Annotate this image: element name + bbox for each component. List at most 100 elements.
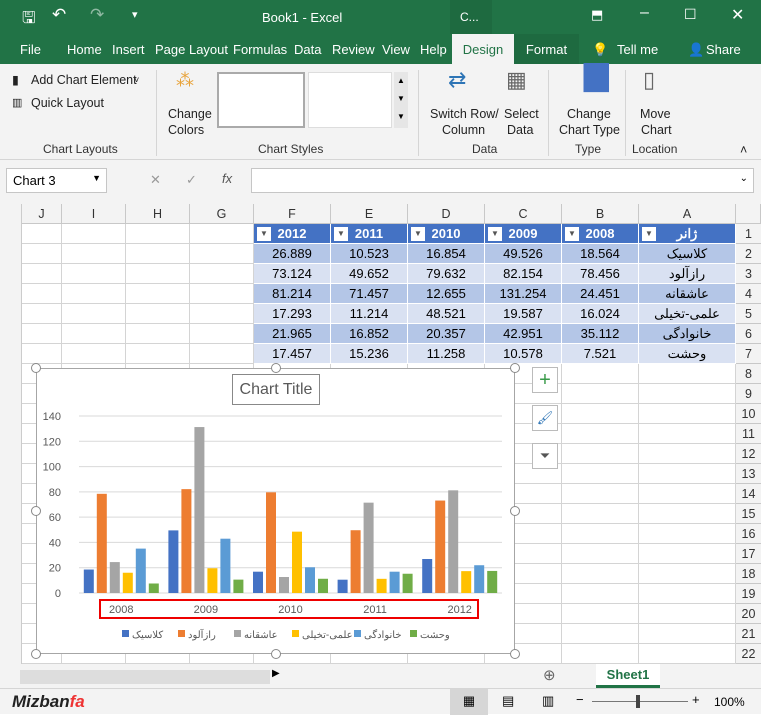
tab-formulas[interactable]: Formulas: [233, 42, 287, 57]
filter-dropdown-icon[interactable]: ▼: [488, 227, 502, 241]
zoom-in-icon[interactable]: +: [692, 692, 700, 707]
cell[interactable]: [126, 344, 190, 364]
column-header-G[interactable]: G: [190, 204, 254, 224]
table-cell[interactable]: 20.357: [408, 324, 485, 344]
change-colors-button-2[interactable]: Colors: [168, 122, 204, 138]
table-cell[interactable]: عاشقانه: [639, 284, 736, 304]
cell[interactable]: [562, 504, 639, 524]
row-header[interactable]: 15: [736, 504, 761, 524]
cell[interactable]: [22, 344, 62, 364]
chart-style-2[interactable]: [308, 72, 392, 128]
tab-format[interactable]: Format: [514, 34, 579, 64]
tell-me[interactable]: Tell me: [617, 42, 658, 57]
resize-handle[interactable]: [31, 649, 41, 659]
select-data-button-2[interactable]: Data: [507, 122, 533, 138]
new-sheet-icon[interactable]: ⊕: [543, 666, 556, 684]
column-header-E[interactable]: E: [331, 204, 408, 224]
cell[interactable]: [639, 564, 736, 584]
name-box[interactable]: Chart 3 ▼: [6, 168, 107, 193]
column-header-H[interactable]: H: [126, 204, 190, 224]
row-header[interactable]: 9: [736, 384, 761, 404]
tab-data[interactable]: Data: [294, 42, 321, 57]
table-header-cell[interactable]: ▼ ژانر: [639, 224, 736, 244]
row-header[interactable]: 7: [736, 344, 761, 364]
collapse-ribbon-icon[interactable]: ˄: [740, 142, 747, 158]
cancel-icon[interactable]: ✕: [150, 172, 161, 188]
cell[interactable]: [639, 644, 736, 664]
row-header[interactable]: 3: [736, 264, 761, 284]
zoom-out-icon[interactable]: −: [576, 692, 584, 707]
column-header-A[interactable]: A: [639, 204, 736, 224]
cell[interactable]: [62, 264, 126, 284]
tab-review[interactable]: Review: [332, 42, 375, 57]
cell[interactable]: [562, 384, 639, 404]
cell[interactable]: [22, 264, 62, 284]
cell[interactable]: [639, 464, 736, 484]
resize-handle[interactable]: [510, 506, 520, 516]
minimize-icon[interactable]: –: [640, 4, 649, 22]
sheet-tab-sheet1[interactable]: Sheet1: [596, 664, 660, 688]
vertical-scrollbar[interactable]: [0, 204, 22, 664]
table-cell[interactable]: 131.254: [485, 284, 562, 304]
column-header-C[interactable]: C: [485, 204, 562, 224]
zoom-level[interactable]: 100%: [714, 695, 745, 709]
cell[interactable]: [562, 404, 639, 424]
column-header-B[interactable]: B: [562, 204, 639, 224]
table-cell[interactable]: 49.526: [485, 244, 562, 264]
cell[interactable]: [639, 584, 736, 604]
cell[interactable]: [126, 244, 190, 264]
maximize-icon[interactable]: ☐: [684, 6, 697, 23]
cell[interactable]: [562, 544, 639, 564]
customize-icon[interactable]: ▾: [132, 8, 138, 21]
cell[interactable]: [22, 304, 62, 324]
row-header[interactable]: 19: [736, 584, 761, 604]
table-cell[interactable]: 11.258: [408, 344, 485, 364]
table-cell[interactable]: 26.889: [254, 244, 331, 264]
cell[interactable]: [639, 504, 736, 524]
table-cell[interactable]: وحشت: [639, 344, 736, 364]
table-cell[interactable]: رازآلود: [639, 264, 736, 284]
page-break-view-icon[interactable]: ▥: [542, 693, 554, 709]
chart[interactable]: Chart Title 0 20 40 60 80 100 120 140 2008 2009 20…: [31, 363, 520, 659]
select-data-button[interactable]: Select: [504, 106, 539, 122]
row-header[interactable]: 22: [736, 644, 761, 664]
cell[interactable]: [62, 324, 126, 344]
cell[interactable]: [562, 484, 639, 504]
cell[interactable]: [562, 644, 639, 664]
cell[interactable]: [562, 444, 639, 464]
table-header-cell[interactable]: ▼ 2009: [485, 224, 562, 244]
cell[interactable]: [126, 324, 190, 344]
ribbon-display-icon[interactable]: ⬒: [591, 7, 603, 23]
cell[interactable]: [190, 264, 254, 284]
resize-handle[interactable]: [271, 649, 281, 659]
resize-handle[interactable]: [31, 506, 41, 516]
table-cell[interactable]: 48.521: [408, 304, 485, 324]
table-header-cell[interactable]: ▼ 2012: [254, 224, 331, 244]
cell[interactable]: [639, 424, 736, 444]
cell[interactable]: [62, 224, 126, 244]
resize-handle[interactable]: [510, 363, 520, 373]
table-cell[interactable]: 82.154: [485, 264, 562, 284]
cell[interactable]: [62, 244, 126, 264]
change-chart-type-button-2[interactable]: Chart Type: [559, 122, 620, 138]
cell[interactable]: [639, 524, 736, 544]
table-cell[interactable]: 19.587: [485, 304, 562, 324]
change-chart-type-button[interactable]: Change: [567, 106, 611, 122]
resize-handle[interactable]: [510, 649, 520, 659]
table-cell[interactable]: 16.024: [562, 304, 639, 324]
row-header[interactable]: 10: [736, 404, 761, 424]
row-header[interactable]: 16: [736, 524, 761, 544]
resize-handle[interactable]: [31, 363, 41, 373]
row-header[interactable]: 17: [736, 544, 761, 564]
filter-dropdown-icon[interactable]: ▼: [565, 227, 579, 241]
tab-file[interactable]: File: [20, 42, 41, 57]
row-header[interactable]: 2: [736, 244, 761, 264]
table-cell[interactable]: 16.854: [408, 244, 485, 264]
page-layout-view-icon[interactable]: ▤: [502, 693, 514, 709]
row-header[interactable]: 12: [736, 444, 761, 464]
column-header-J[interactable]: J: [22, 204, 62, 224]
table-cell[interactable]: 17.293: [254, 304, 331, 324]
redo-icon[interactable]: ↷: [90, 5, 104, 25]
table-cell[interactable]: 49.652: [331, 264, 408, 284]
table-cell[interactable]: 81.214: [254, 284, 331, 304]
